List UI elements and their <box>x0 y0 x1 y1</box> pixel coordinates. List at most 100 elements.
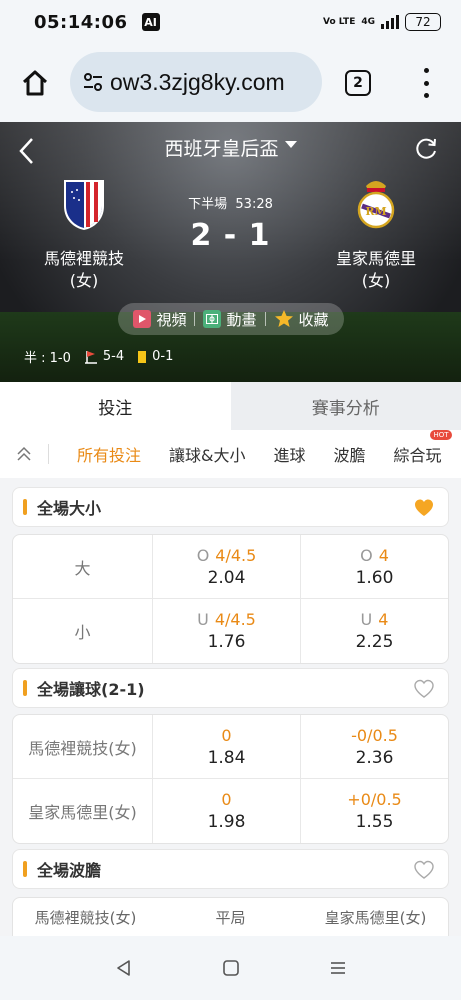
row-label: 大 <box>13 535 153 598</box>
match-clock: 53:28 <box>235 197 273 212</box>
hot-badge: HOT <box>430 430 452 440</box>
heart-filled-icon[interactable] <box>414 498 434 518</box>
odds-cell[interactable]: U 4/4.5 1.76 <box>153 599 301 663</box>
odds-cell[interactable]: O4 1.60 <box>301 535 448 598</box>
away-team-name: 皇家馬德里 <box>335 249 416 268</box>
nav-back-icon[interactable] <box>109 953 139 983</box>
main-tabs: 投注 賽事分析 <box>0 382 461 430</box>
section-header-handicap[interactable]: 全場讓球(2-1) <box>12 668 449 708</box>
system-nav-bar <box>0 936 461 1000</box>
column-away: 皇家馬德里(女) <box>324 908 427 927</box>
address-bar[interactable]: ow3.3zjg8ky.com <box>70 52 322 112</box>
subtab-combo-label[interactable]: 綜合玩 <box>394 446 442 465</box>
clock: 05:14:06 <box>34 11 128 33</box>
tab-analysis[interactable]: 賽事分析 <box>230 382 461 430</box>
svg-text:RM: RM <box>365 205 386 218</box>
section-title: 全場讓球(2-1) <box>37 680 145 699</box>
favorite-button[interactable]: 收藏 <box>274 309 329 330</box>
odds-price: 2.36 <box>355 747 394 768</box>
away-team: RM 皇家馬德里 (女) <box>316 176 436 292</box>
status-icons: Vo LTE 4G 72 <box>323 13 441 31</box>
more-menu-icon[interactable] <box>420 68 432 98</box>
odds-table-total: 大 O 4/4.5 2.04 O4 1.60 小 U 4/4.5 1.76 U4 2… <box>12 534 449 664</box>
video-icon <box>133 310 152 328</box>
row-label: 小 <box>13 599 153 663</box>
odds-cell[interactable]: O 4/4.5 2.04 <box>153 535 301 598</box>
column-home: 馬德裡競技(女) <box>34 908 137 927</box>
odds-price: 1.98 <box>207 812 246 832</box>
section-header-total[interactable]: 全場大小 <box>12 487 449 527</box>
caret-down-icon[interactable] <box>284 141 297 148</box>
volte-icon: Vo LTE <box>323 16 356 27</box>
match-header: 西班牙皇后盃 馬德裡競技 (女) 下半場 53:28 2 - 1 RM 皇家馬德… <box>0 122 461 382</box>
status-bar: 05:14:06 AI Vo LTE 4G 72 <box>0 0 461 44</box>
refresh-icon[interactable] <box>413 136 439 162</box>
favorite-label[interactable]: 收藏 <box>299 309 329 330</box>
heart-outline-icon[interactable] <box>414 679 434 699</box>
corners-value: 5-4 <box>102 349 125 364</box>
site-settings-icon[interactable] <box>80 69 106 95</box>
real-madrid-crest-icon: RM <box>357 181 395 229</box>
signal-icon <box>381 15 399 29</box>
table-row: 小 U 4/4.5 1.76 U4 2.25 <box>13 599 448 663</box>
collapse-all-icon[interactable] <box>0 430 48 478</box>
subtab-combo[interactable]: 綜合玩 HOT <box>394 430 452 466</box>
league-selector[interactable]: 西班牙皇后盃 <box>0 134 461 161</box>
tab-betting[interactable]: 投注 <box>0 382 231 430</box>
league-title[interactable]: 西班牙皇后盃 <box>164 134 278 161</box>
corners-stat: 5-4 <box>84 349 125 364</box>
battery-icon: 72 <box>405 13 441 31</box>
section-header-correct-score[interactable]: 全場波膽 <box>12 849 449 889</box>
match-stats: 半 : 1-0 5-4 0-1 <box>24 347 173 366</box>
heart-outline-icon[interactable] <box>414 860 434 880</box>
odds-cell[interactable]: 0 1.84 <box>153 715 301 778</box>
nav-recents-icon[interactable] <box>323 953 353 983</box>
table-row: 大 O 4/4.5 2.04 O4 1.60 <box>13 535 448 599</box>
odds-price: 2.04 <box>207 567 246 588</box>
yellow-cards-value: 0-1 <box>152 349 174 364</box>
section-title: 全場波膽 <box>37 861 102 880</box>
odds-cell[interactable]: 0 1.98 <box>153 779 301 843</box>
nav-home-icon[interactable] <box>216 953 246 983</box>
media-bar: 視頻 動畫 收藏 <box>118 303 344 335</box>
animation-button[interactable]: 動畫 <box>203 309 257 330</box>
pitch-icon <box>203 310 222 328</box>
odds-cell[interactable]: U4 2.25 <box>301 599 448 663</box>
row-label: 皇家馬德里(女) <box>13 779 153 843</box>
corner-flag-icon <box>84 350 97 364</box>
browser-toolbar: ow3.3zjg8ky.com 2 <box>0 44 461 122</box>
market-filter-tabs: 所有投注 讓球&大小 進球 波膽 綜合玩 HOT <box>0 430 461 478</box>
home-team-sub: (女) <box>69 271 99 290</box>
odds-cell[interactable]: -0/0.5 2.36 <box>301 715 448 778</box>
table-row: 皇家馬德里(女) 0 1.98 +0/0.5 1.55 <box>13 779 448 843</box>
odds-table-handicap: 馬德裡競技(女) 0 1.84 -0/0.5 2.36 皇家馬德里(女) 0 1… <box>12 714 449 844</box>
subtab-all[interactable]: 所有投注 <box>77 442 141 466</box>
row-label: 馬德裡競技(女) <box>13 715 153 778</box>
yellow-cards-stat: 0-1 <box>138 349 173 364</box>
ai-app-icon: AI <box>141 13 160 31</box>
odds-price: 2.25 <box>355 632 394 652</box>
column-draw: 平局 <box>215 908 246 927</box>
section-title: 全場大小 <box>37 499 102 518</box>
network-type: 4G <box>361 17 375 27</box>
star-icon <box>274 310 293 327</box>
subtab-handicap-total[interactable]: 讓球&大小 <box>169 442 245 466</box>
odds-price: 1.84 <box>207 747 246 768</box>
subtab-goals[interactable]: 進球 <box>274 442 306 466</box>
table-row: 馬德裡競技(女) 0 1.84 -0/0.5 2.36 <box>13 715 448 779</box>
video-button[interactable]: 視頻 <box>133 309 186 330</box>
video-label[interactable]: 視頻 <box>156 309 186 330</box>
odds-cell[interactable]: +0/0.5 1.55 <box>301 779 448 843</box>
url-text[interactable]: ow3.3zjg8ky.com <box>110 69 285 96</box>
odds-price: 1.76 <box>207 632 246 652</box>
away-team-sub: (女) <box>361 271 391 290</box>
home-icon[interactable] <box>18 66 52 100</box>
animation-label[interactable]: 動畫 <box>226 309 256 330</box>
odds-price: 1.60 <box>355 567 394 588</box>
correct-score-columns: 馬德裡競技(女) 平局 皇家馬德里(女) <box>12 897 449 937</box>
tab-switcher-button[interactable]: 2 <box>345 70 371 96</box>
halftime-score: 半 : 1-0 <box>24 351 71 366</box>
odds-price: 1.55 <box>355 812 394 832</box>
subtab-correct-score[interactable]: 波膽 <box>334 442 366 466</box>
yellow-card-icon <box>138 350 147 363</box>
